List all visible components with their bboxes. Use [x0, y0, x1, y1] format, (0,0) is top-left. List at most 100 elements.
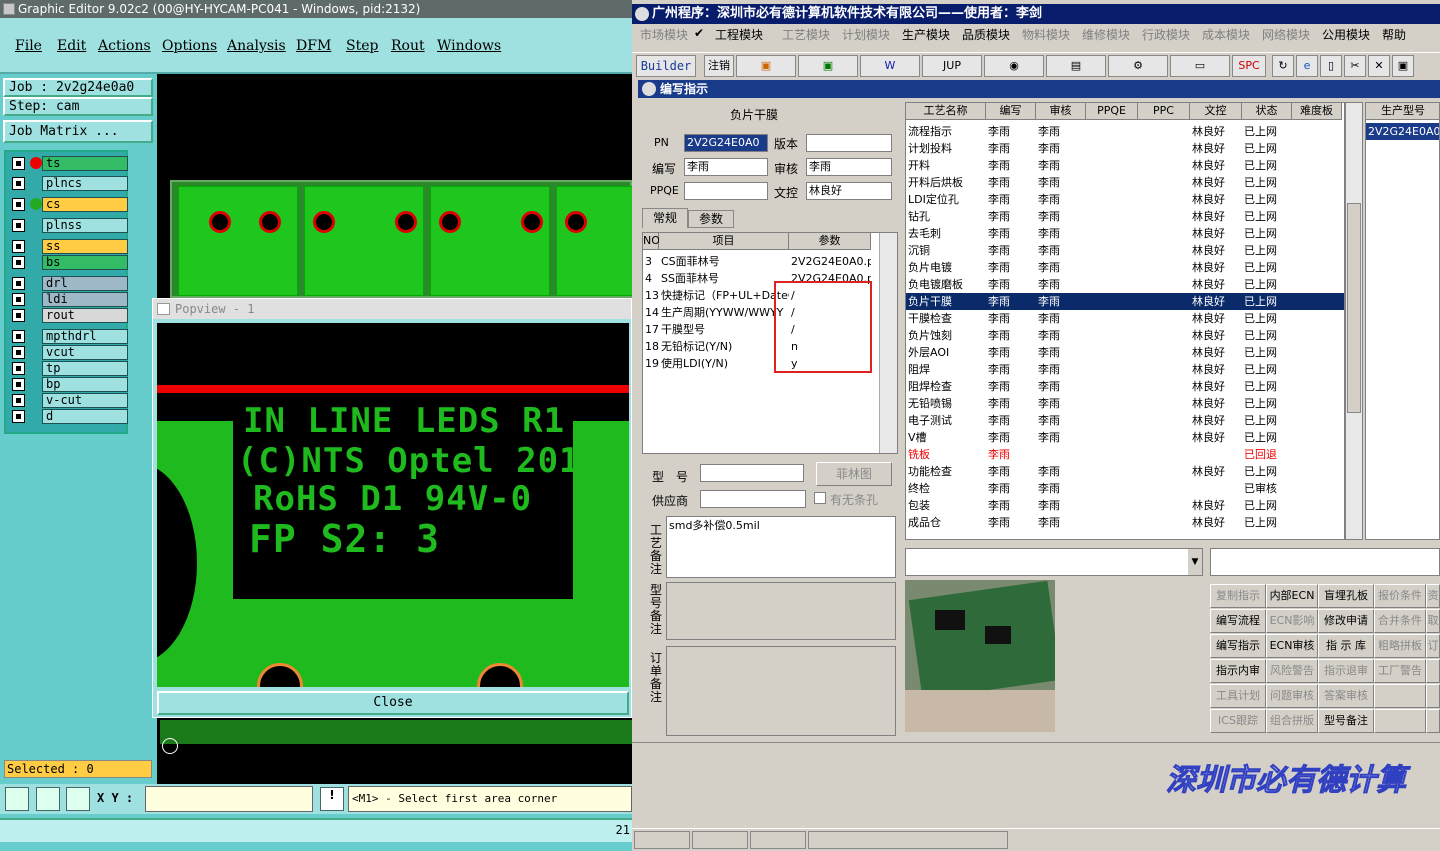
- process-row[interactable]: 开料 李雨 李雨 林良好 已上网: [906, 157, 1344, 174]
- process-row[interactable]: 负电镀磨板 李雨 李雨 林良好 已上网: [906, 276, 1344, 293]
- close-button[interactable]: Close: [157, 691, 629, 715]
- new-icon[interactable]: ▯: [1320, 55, 1342, 77]
- menu-quality[interactable]: 品质模块: [962, 26, 1010, 43]
- logout-button[interactable]: 注销: [704, 55, 734, 77]
- eye-icon[interactable]: ◉: [984, 55, 1044, 77]
- menu-edit[interactable]: Edit: [57, 38, 86, 54]
- action-button[interactable]: 订: [1426, 634, 1440, 658]
- menu-cost[interactable]: 成本模块: [1202, 26, 1250, 43]
- menu-production[interactable]: 生产模块: [902, 26, 950, 43]
- layer-row-d[interactable]: d: [10, 409, 128, 424]
- layer-checkbox[interactable]: [12, 330, 25, 343]
- menu-plan[interactable]: 计划模块: [842, 26, 890, 43]
- process-row[interactable]: 钻孔 李雨 李雨 林良好 已上网: [906, 208, 1344, 225]
- ppqe-field[interactable]: [684, 182, 768, 200]
- process-row[interactable]: 包装 李雨 李雨 林良好 已上网: [906, 497, 1344, 514]
- process-row[interactable]: 负片电镀 李雨 李雨 林良好 已上网: [906, 259, 1344, 276]
- layer-row-mpthdrl[interactable]: mpthdrl: [10, 329, 128, 344]
- menu-step[interactable]: Step: [346, 38, 378, 54]
- grid-tool-icon[interactable]: [66, 787, 90, 811]
- jup-button[interactable]: JUP: [922, 55, 982, 77]
- action-button[interactable]: 合并条件: [1374, 609, 1426, 633]
- action-button[interactable]: 问题审核: [1266, 684, 1318, 708]
- search-field[interactable]: [1210, 548, 1440, 576]
- layer-row-vcut[interactable]: vcut: [10, 345, 128, 360]
- alert-icon[interactable]: !: [320, 787, 344, 811]
- menu-admin[interactable]: 行政模块: [1142, 26, 1190, 43]
- database-icon[interactable]: ▤: [1046, 55, 1106, 77]
- printer-icon[interactable]: ▭: [1170, 55, 1230, 77]
- action-button[interactable]: 指示内审: [1210, 659, 1266, 683]
- process-row[interactable]: 电子测试 李雨 李雨 林良好 已上网: [906, 412, 1344, 429]
- action-button[interactable]: 指示退审: [1318, 659, 1374, 683]
- word-icon[interactable]: W: [860, 55, 920, 77]
- action-button[interactable]: [1374, 684, 1426, 708]
- menu-engineering[interactable]: 工程模块: [715, 26, 763, 43]
- process-row[interactable]: 沉铜 李雨 李雨 林良好 已上网: [906, 242, 1344, 259]
- layer-checkbox[interactable]: [12, 378, 25, 391]
- layer-checkbox[interactable]: [12, 177, 25, 190]
- reviewer-field[interactable]: 李雨: [806, 158, 892, 176]
- tools-icon[interactable]: ⚙: [1108, 55, 1168, 77]
- version-field[interactable]: [806, 134, 892, 152]
- layer-row-ts[interactable]: ts: [10, 156, 128, 171]
- process-row[interactable]: V槽 李雨 李雨 林良好 已上网: [906, 429, 1344, 446]
- job-matrix-button[interactable]: Job Matrix ...: [3, 120, 153, 143]
- pn-field[interactable]: 2V2G24E0A0: [684, 134, 768, 152]
- layer-checkbox[interactable]: [12, 198, 25, 211]
- action-button[interactable]: ECN审核: [1266, 634, 1318, 658]
- doc-field[interactable]: 林良好: [806, 182, 892, 200]
- process-row[interactable]: 终检 李雨 李雨 已审核: [906, 480, 1344, 497]
- process-row[interactable]: 外层AOI 李雨 李雨 林良好 已上网: [906, 344, 1344, 361]
- no-hole-checkbox[interactable]: [814, 492, 826, 504]
- layer-checkbox[interactable]: [12, 256, 25, 269]
- save-icon[interactable]: ▣: [1392, 55, 1414, 77]
- cut-icon[interactable]: ✂: [1344, 55, 1366, 77]
- action-button[interactable]: [1426, 684, 1440, 708]
- action-button[interactable]: 编写指示: [1210, 634, 1266, 658]
- layer-checkbox[interactable]: [12, 346, 25, 359]
- action-button[interactable]: 指 示 库: [1318, 634, 1374, 658]
- layer-row-tp[interactable]: tp: [10, 361, 128, 376]
- tab-params[interactable]: 参数: [688, 210, 734, 228]
- process-row[interactable]: 成品仓 李雨 李雨 林良好 已上网: [906, 514, 1344, 531]
- menu-actions[interactable]: Actions: [98, 38, 151, 54]
- menu-dfm[interactable]: DFM: [296, 38, 331, 54]
- browser-icon[interactable]: e: [1296, 55, 1318, 77]
- menu-help[interactable]: 帮助: [1382, 26, 1406, 43]
- process-row[interactable]: LDI定位孔 李雨 李雨 林良好 已上网: [906, 191, 1344, 208]
- layer-row-v-cut[interactable]: v-cut: [10, 393, 128, 408]
- action-button[interactable]: 工厂警告: [1374, 659, 1426, 683]
- layer-row-ldi[interactable]: ldi: [10, 292, 128, 307]
- process-row[interactable]: 功能检查 李雨 李雨 林良好 已上网: [906, 463, 1344, 480]
- refresh-icon[interactable]: ↻: [1272, 55, 1294, 77]
- menu-rout[interactable]: Rout: [391, 38, 425, 54]
- action-button[interactable]: 修改申请: [1318, 609, 1374, 633]
- process-row[interactable]: 无铅喷锡 李雨 李雨 林良好 已上网: [906, 395, 1344, 412]
- layer-row-plncs[interactable]: plncs: [10, 176, 128, 191]
- builder-button[interactable]: Builder: [636, 55, 696, 77]
- action-button[interactable]: ECN影响: [1266, 609, 1318, 633]
- layer-checkbox[interactable]: [12, 240, 25, 253]
- param-value[interactable]: 2V2G24E0A0.plr: [789, 253, 871, 270]
- menu-process[interactable]: 工艺模块: [782, 26, 830, 43]
- param-item[interactable]: 干膜型号: [659, 321, 789, 338]
- popview-canvas[interactable]: IN LINE LEDS R1 (C)NTS Optel 2010 RoHS D…: [157, 323, 629, 687]
- excel-icon[interactable]: ▣: [798, 55, 858, 77]
- writer-field[interactable]: 李雨: [684, 158, 768, 176]
- process-row[interactable]: 流程指示 李雨 李雨 林良好 已上网: [906, 123, 1344, 140]
- model-note-box[interactable]: [666, 582, 896, 640]
- param-item[interactable]: SS面菲林号: [659, 270, 789, 287]
- xy-input[interactable]: [145, 786, 313, 812]
- param-scrollbar[interactable]: [879, 233, 897, 453]
- action-button[interactable]: 编写流程: [1210, 609, 1266, 633]
- param-item[interactable]: 生产周期(YYWW/WWYY: [659, 304, 789, 321]
- layer-row-ss[interactable]: ss: [10, 239, 128, 254]
- param-item[interactable]: CS面菲林号: [659, 253, 789, 270]
- layer-checkbox[interactable]: [12, 410, 25, 423]
- action-button[interactable]: [1374, 709, 1426, 733]
- scroll-thumb[interactable]: [1347, 203, 1361, 413]
- param-item[interactable]: 快捷标记（FP+UL+DateC: [659, 287, 789, 304]
- action-button[interactable]: 复制指示: [1210, 584, 1266, 608]
- menu-analysis[interactable]: Analysis: [227, 38, 286, 54]
